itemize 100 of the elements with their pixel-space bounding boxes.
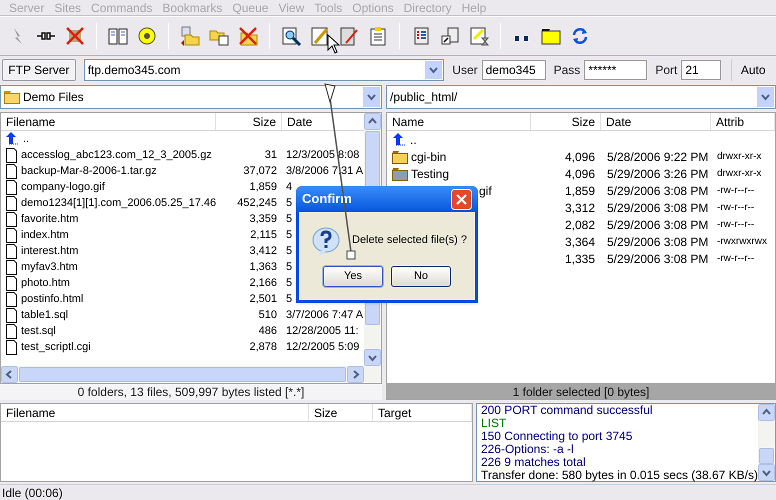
path-text: /public_html/ <box>390 89 458 106</box>
file-size: 2,166 <box>248 276 278 291</box>
scroll-right-icon[interactable] <box>347 366 364 383</box>
scrollbar-thumb[interactable] <box>19 367 346 382</box>
path-combo-box[interactable]: Demo Files <box>0 85 382 109</box>
input-field[interactable]: demo345 <box>482 60 546 80</box>
input-field[interactable]: 21 <box>681 60 722 80</box>
file-date: 5/29/2006 3:26 PM <box>606 166 710 182</box>
file-date: 5 <box>285 196 292 211</box>
folder-delete-icon[interactable] <box>237 25 259 47</box>
file-date: 5 <box>285 276 292 291</box>
file-icon <box>5 308 18 322</box>
file-name[interactable]: company-logo.gif <box>21 178 105 196</box>
file-icon <box>5 164 18 178</box>
file-name[interactable]: backup-Mar-8-2006-1.tar.gz <box>21 162 157 180</box>
file-name[interactable]: favorite.htm <box>21 210 78 228</box>
folder-arrow-icon[interactable] <box>179 25 201 47</box>
file-name[interactable]: cgi-bin <box>411 148 446 166</box>
file-name[interactable]: Testing <box>411 164 450 182</box>
log-line: 226 9 matches total <box>480 456 587 469</box>
file-name[interactable]: postinfo.html <box>21 290 84 308</box>
shortcut-icon[interactable] <box>439 25 461 47</box>
close-icon[interactable] <box>451 188 472 210</box>
host-combo-box[interactable]: ftp.demo345.com <box>84 59 444 81</box>
scrollbar-thumb[interactable] <box>759 448 774 464</box>
file-icon <box>5 292 18 306</box>
horizontal-scrollbar[interactable] <box>1 366 381 383</box>
file-name[interactable]: test.sql <box>21 322 56 340</box>
file-name[interactable]: interest.htm <box>21 242 78 260</box>
file-attributes: -rw-r--r-- <box>716 201 754 215</box>
file-size: 4,096 <box>564 148 596 166</box>
pencil-icon[interactable] <box>309 25 331 47</box>
column-header[interactable]: Filename <box>1 113 216 130</box>
scroll-up-icon[interactable] <box>364 113 381 130</box>
vertical-scrollbar[interactable] <box>758 404 775 481</box>
file-date: 3/7/2006 7:47 A <box>285 308 364 323</box>
file-size: 3,364 <box>564 234 596 250</box>
cancel-icon[interactable] <box>64 25 86 47</box>
file-attributes: drwxr-xr-x <box>716 150 762 164</box>
file-date: 5/29/2006 3:08 PM <box>606 200 710 216</box>
file-name[interactable]: table1.sql <box>21 306 68 324</box>
file-size: 4,096 <box>564 166 596 182</box>
file-name[interactable]: index.htm <box>21 226 69 244</box>
file-date: 5 <box>285 244 292 259</box>
file-date: 5/29/2006 3:08 PM <box>606 216 710 234</box>
file-size: 2,501 <box>248 292 278 307</box>
file-size: 1,335 <box>564 250 596 268</box>
file-name[interactable]: .. <box>410 130 417 148</box>
path-text: Demo Files <box>23 89 84 106</box>
column-header[interactable]: Size <box>309 404 373 421</box>
log-line: 150 Connecting to port 3745 <box>480 430 634 443</box>
column-header[interactable]: Date <box>601 113 711 130</box>
dialog-button[interactable]: Yes <box>323 266 383 287</box>
file-name[interactable]: test_scriptl.cgi <box>21 338 91 356</box>
log-line: 226-Options: -a -l <box>480 443 575 456</box>
hourglass-icon[interactable] <box>468 25 490 47</box>
file-date: 5 <box>285 228 292 243</box>
file-name[interactable]: accesslog_abc123.com_12_3_2005.gz <box>21 146 212 164</box>
file-name[interactable]: myfav3.htm <box>21 258 78 276</box>
folder-icon <box>4 90 20 104</box>
file-name[interactable]: demo1234[1][1].com_2006.05.25_17.46 <box>21 194 216 212</box>
file-size: 1,363 <box>248 260 278 275</box>
scroll-left-icon[interactable] <box>1 366 18 383</box>
input-field[interactable]: ****** <box>584 60 648 80</box>
dialog-button[interactable]: No <box>391 266 451 287</box>
file-name[interactable]: .. <box>23 130 30 148</box>
file-size: 31 <box>264 148 278 163</box>
file-size: 452,245 <box>236 196 278 211</box>
file-attributes: -rwxrwxrwx <box>716 235 767 249</box>
file-size: 2,115 <box>249 228 278 243</box>
scroll-down-icon[interactable] <box>758 464 775 481</box>
log-line: 200 PORT command successful <box>480 404 654 417</box>
file-date: 5/29/2006 3:08 PM <box>606 234 710 250</box>
ftp-server-button[interactable]: FTP Server <box>2 59 76 81</box>
field-label: Pass <box>554 62 580 79</box>
file-size: 510 <box>258 308 278 323</box>
column-header[interactable]: Name <box>387 113 531 130</box>
pane-status: 1 folder selected [0 bytes] <box>386 384 776 400</box>
field-label: User <box>452 62 478 79</box>
column-header[interactable]: Size <box>216 113 282 130</box>
scroll-down-icon[interactable] <box>364 349 381 366</box>
file-icon <box>5 196 18 210</box>
file-date: 12/3/2005 8:08 <box>285 148 360 163</box>
document-delete-icon[interactable] <box>338 25 360 47</box>
column-header[interactable]: Attrib <box>711 113 775 130</box>
file-name[interactable]: photo.htm <box>21 274 70 292</box>
file-date: 5 <box>285 260 292 275</box>
column-header[interactable]: Target <box>373 404 472 421</box>
pane-status: 0 folders, 13 files, 509,997 bytes listed [*.*] <box>0 384 382 400</box>
file-attributes: -rw-r--r-- <box>716 184 754 198</box>
file-attributes: drwxr-xr-x <box>716 167 762 181</box>
path-combo-box[interactable]: /public_html/ <box>386 85 776 109</box>
file-icon <box>5 148 18 162</box>
file-attributes: -rw-r--r-- <box>716 218 754 232</box>
search-icon[interactable] <box>280 25 302 47</box>
column-header[interactable]: Size <box>531 113 601 130</box>
scroll-up-icon[interactable] <box>758 404 775 421</box>
file-name[interactable]: gif <box>479 182 492 200</box>
column-header[interactable]: Filename <box>1 404 309 421</box>
file-icon <box>5 276 18 290</box>
